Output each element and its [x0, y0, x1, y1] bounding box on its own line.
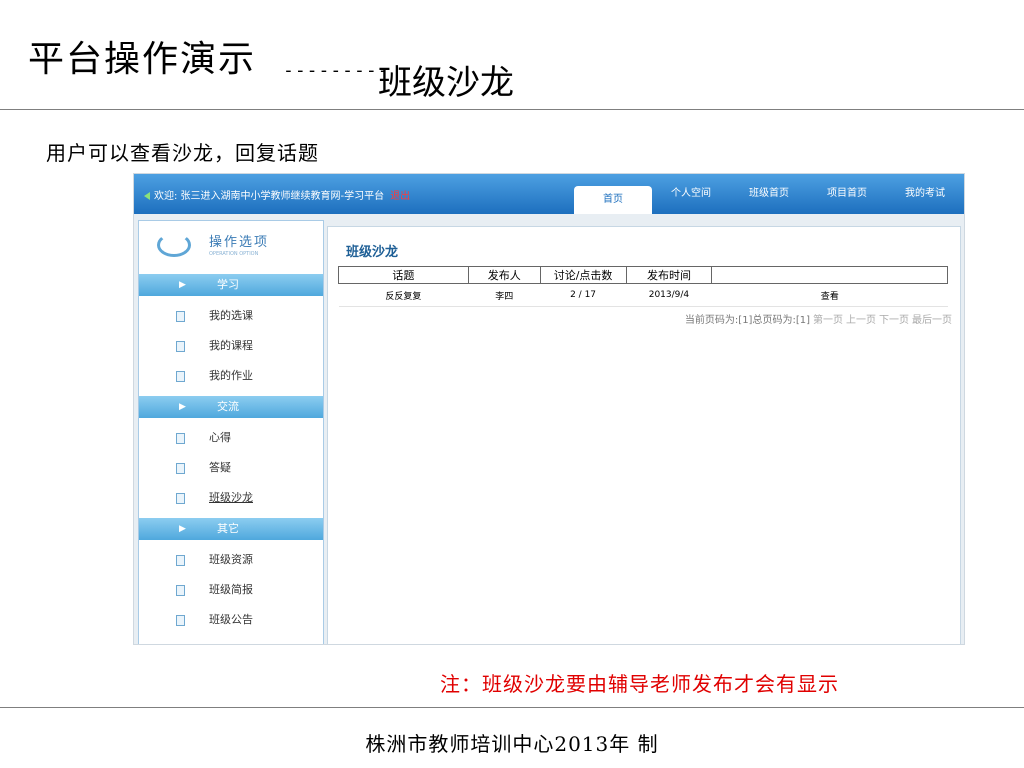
sidebar-item-qa[interactable]: 答疑 — [139, 453, 323, 483]
document-icon — [176, 555, 185, 566]
panel-title: 班级沙龙 — [346, 245, 399, 260]
sidebar-item-class-announcements[interactable]: 班级公告 — [139, 605, 323, 635]
sidebar-item-my-courses[interactable]: 我的课程 — [139, 331, 323, 361]
sidebar-item-my-electives[interactable]: 我的选课 — [139, 301, 323, 331]
sidebar-section-label: 其它 — [217, 522, 239, 535]
column-header-author: 发布人 — [467, 266, 541, 284]
pagination: 当前页码为:[1]总页码为:[1] 第一页 上一页 下一页 最后一页 — [685, 311, 952, 326]
sidebar-item-label: 班级公告 — [209, 613, 253, 626]
sidebar-item-label: 班级简报 — [209, 583, 253, 596]
logout-link[interactable]: 退出 — [390, 191, 410, 202]
sidebar-item-label: 我的课程 — [209, 339, 253, 352]
tab-personal-space[interactable]: 个人空间 — [652, 174, 730, 214]
column-header-stats: 讨论/点击数 — [539, 266, 627, 284]
options-logo-icon — [157, 233, 191, 257]
welcome-bar: 欢迎: 张三进入湖南中小学教师继续教育网-学习平台 退出 — [144, 187, 410, 202]
slide-note: 注：班级沙龙要由辅导老师发布才会有显示 — [440, 672, 839, 696]
title-separator: --------- — [283, 60, 390, 81]
table-header-row: 话题 发布人 讨论/点击数 发布时间 — [338, 266, 948, 284]
sidebar-title: 操作选项 — [209, 235, 270, 250]
page-info: 当前页码为:[1]总页码为:[1] — [684, 315, 810, 326]
sidebar-section-other[interactable]: ▶ 其它 — [139, 518, 323, 540]
sidebar-item-label: 班级沙龙 — [209, 491, 253, 504]
triangle-right-icon: ▶ — [179, 280, 186, 290]
slide-subtitle: 班级沙龙 — [378, 63, 514, 103]
sidebar-item-label: 心得 — [209, 431, 231, 444]
slide-footer: 株洲市教师培训中心2013年 制 — [365, 732, 659, 756]
first-page-link[interactable]: 第一页 — [813, 315, 843, 326]
sidebar-item-class-resources[interactable]: 班级资源 — [139, 545, 323, 575]
sidebar-subtitle: OPERATION OPTION — [209, 251, 259, 257]
sidebar-item-label: 答疑 — [209, 461, 231, 474]
sidebar-section-label: 学习 — [217, 278, 239, 291]
portal-header: 欢迎: 张三进入湖南中小学教师继续教育网-学习平台 退出 首页 个人空间 班级首页… — [134, 174, 964, 214]
main-panel: 班级沙龙 话题 发布人 讨论/点击数 发布时间 反反复复 李四 2 / 17 2… — [327, 226, 961, 644]
column-header-topic: 话题 — [338, 266, 469, 284]
sidebar-section-label: 交流 — [217, 400, 239, 413]
top-divider — [0, 109, 1024, 110]
sidebar-item-label: 我的作业 — [209, 369, 253, 382]
tab-home[interactable]: 首页 — [574, 186, 652, 214]
table-row: 反反复复 李四 2 / 17 2013/9/4 查看 — [338, 283, 948, 307]
document-icon — [176, 463, 185, 474]
document-icon — [176, 311, 185, 322]
document-icon — [176, 615, 185, 626]
document-icon — [176, 341, 185, 352]
column-header-date: 发布时间 — [625, 266, 713, 284]
welcome-text: 欢迎: 张三进入湖南中小学教师继续教育网-学习平台 — [154, 191, 385, 202]
top-nav: 首页 个人空间 班级首页 项目首页 我的考试 — [574, 174, 964, 214]
prev-page-link[interactable]: 上一页 — [846, 315, 876, 326]
sidebar-item-class-salon[interactable]: 班级沙龙 — [139, 483, 323, 513]
document-icon — [176, 585, 185, 596]
sidebar-item-my-homework[interactable]: 我的作业 — [139, 361, 323, 391]
slide-title: 平台操作演示 — [28, 39, 257, 80]
sidebar-item-reflections[interactable]: 心得 — [139, 423, 323, 453]
slide-description: 用户可以查看沙龙，回复话题 — [46, 141, 319, 165]
tab-my-exams[interactable]: 我的考试 — [886, 174, 964, 214]
cell-date: 2013/9/4 — [626, 283, 712, 307]
portal-screenshot: 欢迎: 张三进入湖南中小学教师继续教育网-学习平台 退出 首页 个人空间 班级首页… — [133, 173, 965, 645]
tab-project-home[interactable]: 项目首页 — [808, 174, 886, 214]
sidebar-item-label: 我的选课 — [209, 309, 253, 322]
next-page-link[interactable]: 下一页 — [879, 315, 909, 326]
document-icon — [176, 433, 185, 444]
sidebar-section-study[interactable]: ▶ 学习 — [139, 274, 323, 296]
triangle-right-icon: ▶ — [179, 402, 186, 412]
triangle-right-icon: ▶ — [179, 524, 186, 534]
sidebar-section-communication[interactable]: ▶ 交流 — [139, 396, 323, 418]
sidebar-item-class-bulletin[interactable]: 班级简报 — [139, 575, 323, 605]
document-icon — [176, 493, 185, 504]
cell-stats: 2 / 17 — [540, 283, 626, 307]
sidebar: 操作选项 OPERATION OPTION ▶ 学习 我的选课 我的课程 我的作… — [138, 220, 324, 644]
view-link[interactable]: 查看 — [711, 283, 948, 307]
cell-author: 李四 — [468, 283, 541, 307]
last-page-link[interactable]: 最后一页 — [912, 315, 952, 326]
sidebar-header: 操作选项 OPERATION OPTION — [139, 221, 323, 265]
bottom-divider — [0, 707, 1024, 708]
tab-class-home[interactable]: 班级首页 — [730, 174, 808, 214]
speaker-icon — [144, 192, 150, 200]
sidebar-item-label: 班级资源 — [209, 553, 253, 566]
column-header-action — [711, 266, 948, 284]
salon-table: 话题 发布人 讨论/点击数 发布时间 反反复复 李四 2 / 17 2013/9… — [338, 266, 948, 307]
cell-topic: 反反复复 — [338, 283, 469, 307]
document-icon — [176, 371, 185, 382]
